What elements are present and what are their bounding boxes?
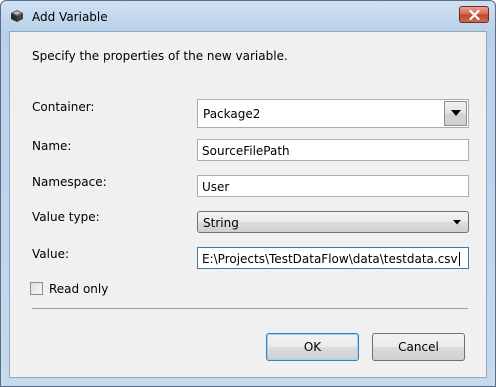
value-label: Value:: [32, 247, 69, 261]
name-label: Name:: [32, 139, 72, 153]
window-title: Add Variable: [32, 10, 108, 24]
cancel-button[interactable]: Cancel: [372, 333, 465, 361]
ok-button[interactable]: OK: [266, 333, 359, 361]
ssis-cube-icon: [10, 9, 24, 23]
add-variable-dialog: Add Variable Specify the properties of t…: [0, 0, 496, 387]
close-x-icon: [469, 10, 480, 20]
container-label: Container:: [32, 100, 95, 114]
dropdown-arrow-icon: [453, 220, 461, 225]
separator-line: [32, 308, 468, 309]
dropdown-arrow-icon: [451, 110, 461, 116]
value-field-text: E:\Projects\TestDataFlow\data\testdata.c…: [202, 252, 458, 266]
dialog-body: Specify the properties of the new variab…: [9, 31, 487, 378]
value-field[interactable]: E:\Projects\TestDataFlow\data\testdata.c…: [197, 247, 469, 269]
value-type-label: Value type:: [32, 210, 100, 224]
value-type-selected-value: String: [203, 216, 239, 230]
container-dropdown[interactable]: Package2: [197, 99, 469, 128]
instructions-text: Specify the properties of the new variab…: [32, 49, 288, 63]
namespace-field[interactable]: User: [197, 175, 469, 197]
name-field[interactable]: SourceFilePath: [197, 139, 469, 161]
title-bar[interactable]: Add Variable: [1, 1, 495, 31]
text-caret: [458, 252, 460, 266]
close-button[interactable]: [459, 6, 489, 23]
container-selected-value: Package2: [203, 107, 261, 121]
read-only-label[interactable]: Read only: [49, 282, 108, 296]
container-dropdown-button[interactable]: [444, 101, 467, 126]
value-type-dropdown[interactable]: String: [197, 211, 469, 233]
namespace-label: Namespace:: [32, 175, 107, 189]
read-only-checkbox[interactable]: [30, 282, 43, 295]
